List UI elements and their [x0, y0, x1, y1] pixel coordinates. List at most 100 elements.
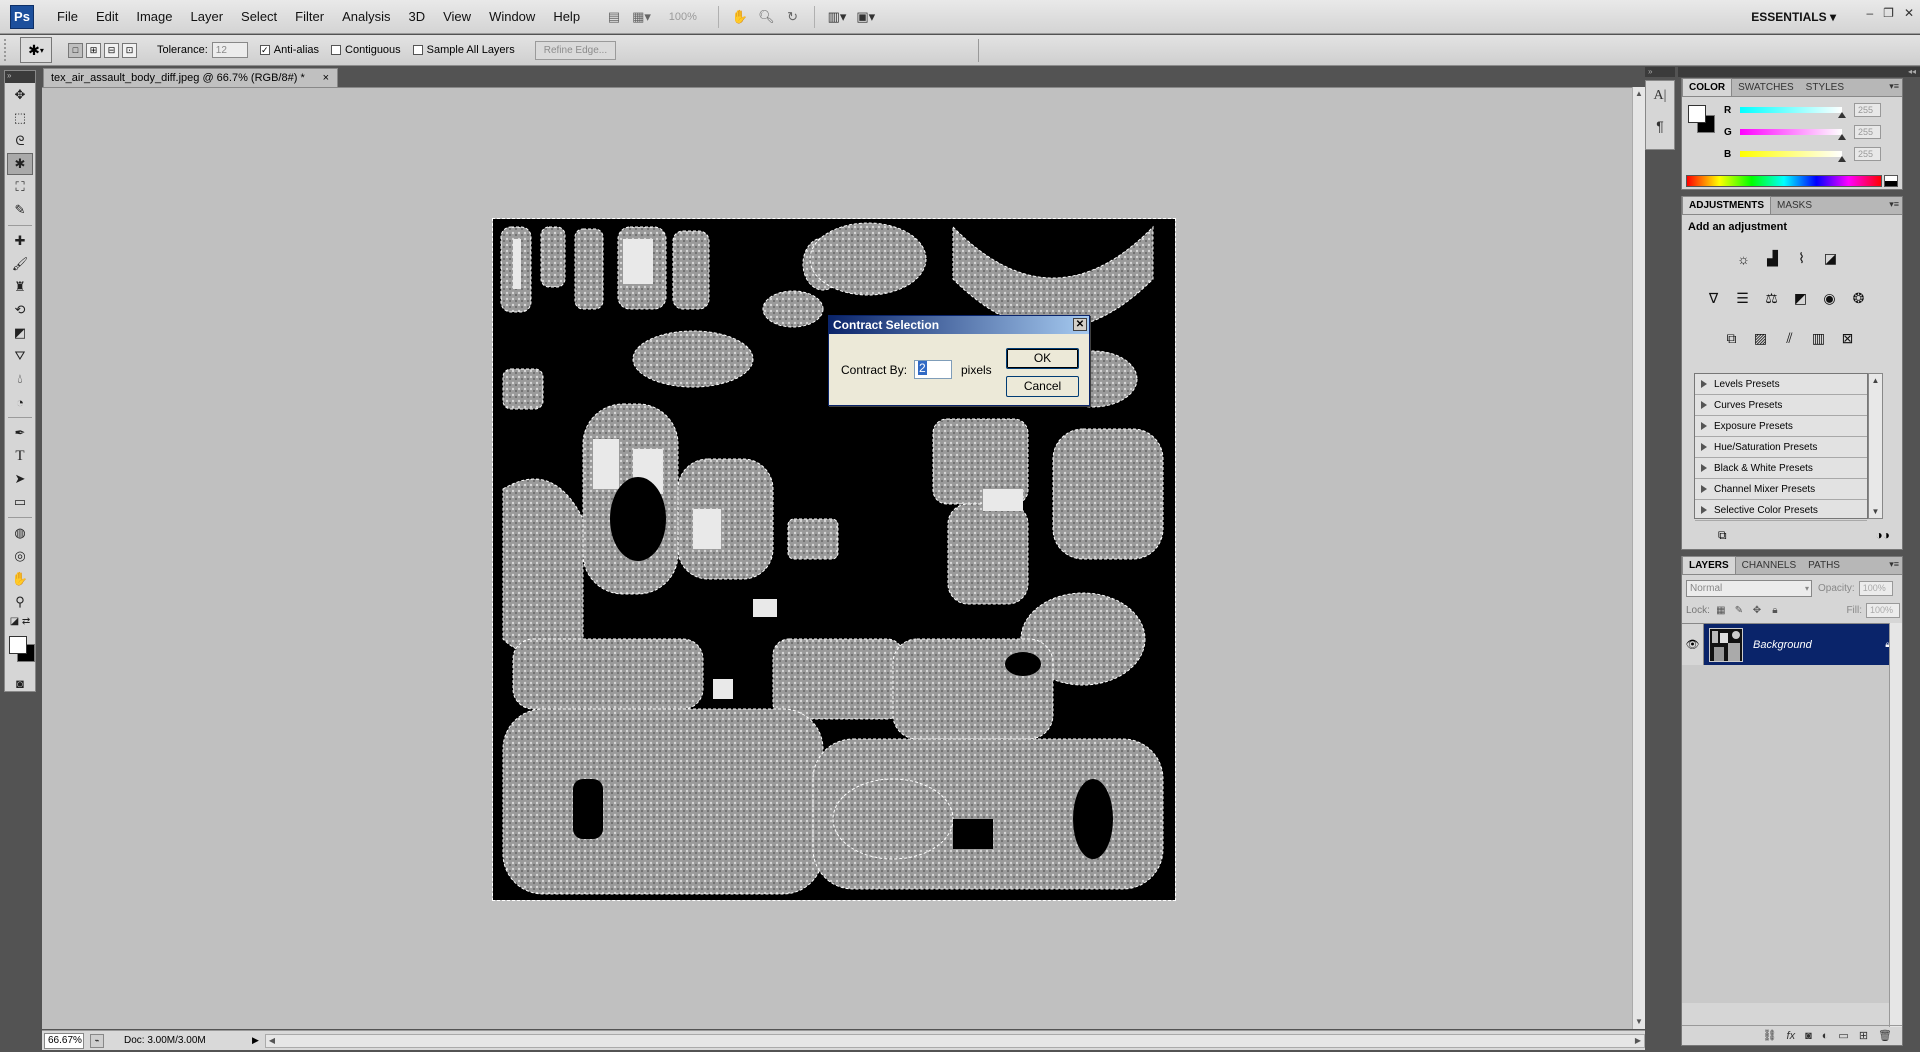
photo-filter-icon[interactable]: ◉: [1818, 287, 1841, 310]
scroll-down-arrow-icon[interactable]: ▼: [1633, 1015, 1645, 1029]
subtract-from-selection-button[interactable]: ⊟: [104, 42, 119, 58]
visibility-eye-icon[interactable]: 👁︎: [1682, 624, 1704, 665]
invert-icon[interactable]: ⧉: [1720, 327, 1743, 350]
scroll-up-arrow-icon[interactable]: ▲: [1869, 374, 1882, 387]
zoom-percentage-field[interactable]: 66.67%: [44, 1032, 84, 1049]
move-tool-icon[interactable]: ✥: [7, 84, 33, 106]
intersect-selection-button[interactable]: ⊡: [122, 42, 137, 58]
tab-layers[interactable]: LAYERS: [1682, 556, 1736, 574]
scroll-right-arrow-icon[interactable]: ▶: [1632, 1035, 1644, 1047]
contiguous-checkbox[interactable]: Contiguous: [331, 44, 401, 56]
workspace-switcher[interactable]: ESSENTIALS ▾: [1751, 0, 1836, 34]
brush-tool-icon[interactable]: 🖌︎: [7, 253, 33, 275]
curves-icon[interactable]: ⌇: [1790, 247, 1813, 270]
expand-triangle-icon[interactable]: [1701, 443, 1707, 451]
panel-menu-icon[interactable]: ▾≡: [1889, 199, 1899, 210]
tool-preset-picker[interactable]: ✱ ▾: [20, 37, 52, 63]
add-mask-icon[interactable]: ◙: [1805, 1030, 1812, 1042]
new-selection-button[interactable]: □: [68, 42, 83, 58]
color-spectrum-bar[interactable]: [1686, 175, 1882, 187]
new-group-icon[interactable]: ▭: [1838, 1029, 1848, 1042]
new-adjustment-layer-icon[interactable]: ◐: [1822, 1030, 1829, 1042]
anti-alias-checkbox[interactable]: ✓ Anti-alias: [259, 44, 319, 56]
delete-layer-icon[interactable]: 🗑︎: [1878, 1029, 1892, 1042]
tab-color[interactable]: COLOR: [1682, 78, 1733, 96]
dock-header[interactable]: »: [1645, 67, 1675, 77]
threshold-icon[interactable]: ⫽: [1778, 327, 1801, 350]
path-selection-tool-icon[interactable]: ➤: [7, 468, 33, 490]
options-bar-grip[interactable]: [4, 39, 10, 61]
new-layer-icon[interactable]: ⊞: [1859, 1029, 1868, 1042]
screen-mode-icon[interactable]: ▣▾: [853, 6, 878, 28]
preset-channel-mixer[interactable]: Channel Mixer Presets: [1695, 479, 1867, 500]
layers-scrollbar[interactable]: [1889, 623, 1902, 1027]
expand-triangle-icon[interactable]: [1701, 422, 1707, 430]
preset-exposure[interactable]: Exposure Presets: [1695, 416, 1867, 437]
tab-adjustments[interactable]: ADJUSTMENTS: [1682, 196, 1772, 214]
tolerance-input[interactable]: [211, 42, 248, 58]
link-layers-icon[interactable]: ⛓: [1763, 1029, 1777, 1042]
black-white-ramp[interactable]: [1884, 175, 1898, 187]
tab-channels[interactable]: CHANNELS: [1736, 557, 1802, 574]
layer-style-icon[interactable]: fx: [1787, 1030, 1796, 1042]
healing-brush-tool-icon[interactable]: ✚: [7, 230, 33, 252]
color-balance-icon[interactable]: ⚖: [1760, 287, 1783, 310]
preset-selective-color[interactable]: Selective Color Presets: [1695, 500, 1867, 521]
vibrance-icon[interactable]: ∇: [1702, 287, 1725, 310]
lock-transparency-icon[interactable]: ▦: [1714, 605, 1728, 616]
preset-black-white[interactable]: Black & White Presets: [1695, 458, 1867, 479]
expand-triangle-icon[interactable]: [1701, 506, 1707, 514]
red-slider[interactable]: [1740, 107, 1846, 118]
close-window-button[interactable]: ✕: [1904, 6, 1914, 20]
ok-button[interactable]: OK: [1006, 348, 1079, 369]
menu-filter[interactable]: Filter: [286, 0, 333, 34]
status-menu-arrow-icon[interactable]: ▶: [252, 1035, 259, 1046]
preset-levels[interactable]: Levels Presets: [1695, 374, 1867, 395]
refine-edge-button[interactable]: Refine Edge...: [534, 40, 617, 60]
slider-thumb-icon[interactable]: [1838, 112, 1846, 118]
fill-field[interactable]: 100%: [1866, 603, 1900, 618]
black-white-icon[interactable]: ◩: [1789, 287, 1812, 310]
canvas-area[interactable]: [42, 87, 1632, 1029]
selective-color-icon[interactable]: ⊠: [1836, 327, 1859, 350]
sample-all-layers-checkbox[interactable]: Sample All Layers: [412, 44, 515, 56]
foreground-color-swatch[interactable]: [1688, 105, 1706, 123]
layer-row-background[interactable]: 👁︎ Background 🔒︎: [1682, 624, 1902, 665]
view-extras-icon[interactable]: ▦▾: [629, 6, 654, 28]
channel-mixer-icon[interactable]: ❂: [1847, 287, 1870, 310]
arrange-documents-icon[interactable]: ▥▾: [825, 6, 850, 28]
blend-mode-select[interactable]: Normal ▾: [1686, 580, 1812, 597]
opacity-field[interactable]: 100%: [1858, 581, 1893, 596]
minimize-button[interactable]: –: [1866, 6, 1873, 20]
menu-layer[interactable]: Layer: [182, 0, 233, 34]
blur-tool-icon[interactable]: 💧︎: [7, 368, 33, 390]
brightness-contrast-icon[interactable]: ☼: [1732, 247, 1755, 270]
green-value-field[interactable]: 255: [1854, 125, 1881, 139]
quick-mask-icon[interactable]: ◙: [7, 672, 33, 694]
presets-scrollbar[interactable]: ▲ ▼: [1868, 373, 1883, 519]
blue-slider[interactable]: [1740, 151, 1846, 162]
red-value-field[interactable]: 255: [1854, 103, 1881, 117]
slider-thumb-icon[interactable]: [1838, 134, 1846, 140]
layer-thumbnail[interactable]: [1709, 627, 1743, 662]
expand-triangle-icon[interactable]: [1701, 380, 1707, 388]
blue-value-field[interactable]: 255: [1854, 147, 1881, 161]
vertical-scrollbar[interactable]: ▲ ▼: [1632, 87, 1645, 1029]
pen-tool-icon[interactable]: ✒: [7, 422, 33, 444]
lasso-tool-icon[interactable]: ᘓ: [7, 130, 33, 152]
expand-triangle-icon[interactable]: [1701, 464, 1707, 472]
horizontal-scrollbar[interactable]: ◀ ▶: [264, 1033, 1645, 1048]
document-tab[interactable]: tex_air_assault_body_diff.jpeg @ 66.7% (…: [43, 68, 338, 87]
rotate-view-icon[interactable]: ↻: [782, 6, 804, 28]
dodge-tool-icon[interactable]: ◔: [7, 391, 33, 413]
foreground-color-swatch[interactable]: [9, 636, 27, 654]
crop-tool-icon[interactable]: ⛶: [7, 176, 33, 198]
lock-all-icon[interactable]: 🔒︎: [1768, 605, 1782, 616]
tab-masks[interactable]: MASKS: [1771, 197, 1818, 214]
slider-thumb-icon[interactable]: [1838, 156, 1846, 162]
menu-select[interactable]: Select: [232, 0, 286, 34]
type-tool-icon[interactable]: T: [7, 445, 33, 467]
panel-menu-icon[interactable]: ▾≡: [1889, 81, 1899, 92]
magic-wand-tool-icon[interactable]: ✱: [7, 153, 33, 175]
menu-3d[interactable]: 3D: [399, 0, 434, 34]
